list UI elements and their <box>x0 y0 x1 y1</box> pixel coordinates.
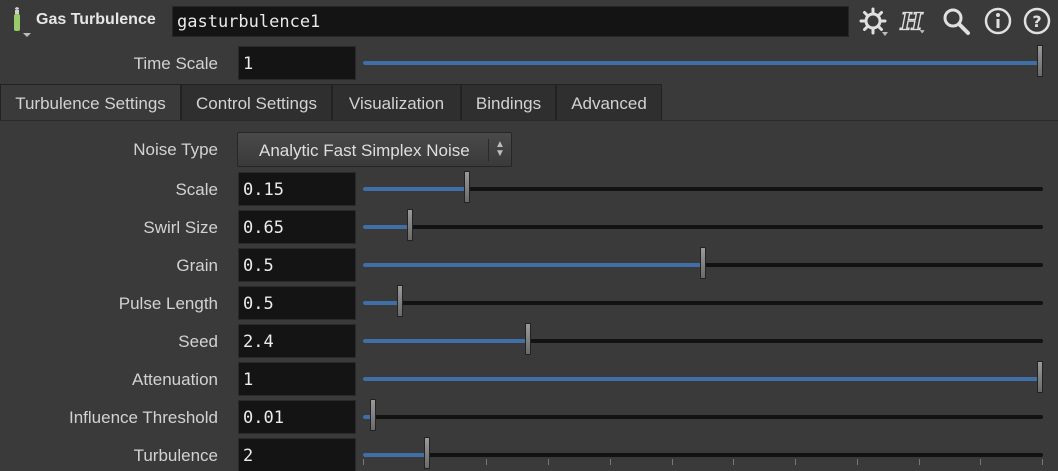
time-scale-field[interactable]: 1 <box>238 46 356 80</box>
tab-bar: Turbulence Settings Control Settings Vis… <box>0 84 1058 120</box>
slider-fill <box>363 339 528 343</box>
slider-fill <box>363 263 703 267</box>
tab-divider <box>0 120 1058 121</box>
node-name-field[interactable]: gasturbulence1 <box>172 6 849 37</box>
attenuation-field[interactable]: 1 <box>238 362 356 396</box>
param-label: Pulse Length <box>118 294 218 313</box>
grain-slider[interactable] <box>363 247 1043 279</box>
pulse-length-field[interactable]: 0.5 <box>238 286 356 320</box>
slider-tick <box>919 459 920 465</box>
dropdown-separator <box>488 139 489 161</box>
tab-turbulence-settings[interactable]: Turbulence Settings <box>0 84 181 120</box>
slider-fill <box>363 225 410 229</box>
slider-ticks <box>363 459 1043 465</box>
seed-field[interactable]: 2.4 <box>238 324 356 358</box>
slider-handle[interactable] <box>397 285 403 317</box>
slider-tick <box>733 459 734 465</box>
scale-slider[interactable] <box>363 171 1043 203</box>
time-scale-label: Time Scale <box>133 54 218 73</box>
slider-handle[interactable] <box>525 323 531 355</box>
slider-tick <box>857 459 858 465</box>
slider-tick <box>672 459 673 465</box>
attenuation-slider[interactable] <box>363 361 1043 393</box>
turbulence-field[interactable]: 2 <box>238 438 356 471</box>
svg-text:?: ? <box>1032 12 1041 31</box>
param-label: Seed <box>178 332 218 351</box>
swirl-size-slider[interactable] <box>363 209 1043 241</box>
svg-text:H: H <box>900 7 924 35</box>
influence-threshold-field[interactable]: 0.01 <box>238 400 356 434</box>
slider-fill <box>363 453 427 457</box>
scale-field[interactable]: 0.15 <box>238 172 356 206</box>
noise-type-dropdown[interactable]: Analytic Fast Simplex Noise ▲ ▼ <box>237 132 512 167</box>
slider-handle[interactable] <box>700 247 706 279</box>
node-type-icon[interactable] <box>6 6 32 38</box>
time-scale-slider[interactable] <box>363 45 1043 77</box>
slider-tick <box>610 459 611 465</box>
param-label: Influence Threshold <box>68 408 218 427</box>
grain-field[interactable]: 0.5 <box>238 248 356 282</box>
pulse-length-slider[interactable] <box>363 285 1043 317</box>
noise-type-label: Noise Type <box>133 140 218 159</box>
slider-fill <box>363 377 1040 381</box>
slider-tick <box>1042 459 1043 465</box>
slider-handle[interactable] <box>1037 45 1043 77</box>
tab-bindings[interactable]: Bindings <box>461 84 556 120</box>
turbulence-slider[interactable] <box>363 437 1043 469</box>
tab-control-settings[interactable]: Control Settings <box>181 84 332 120</box>
up-down-arrows-icon: ▲ ▼ <box>495 139 505 159</box>
slider-fill <box>363 301 400 305</box>
tab-advanced[interactable]: Advanced <box>556 84 662 120</box>
influence-threshold-slider[interactable] <box>363 399 1043 431</box>
seed-slider[interactable] <box>363 323 1043 355</box>
slider-handle[interactable] <box>370 399 376 431</box>
search-icon[interactable] <box>941 6 971 36</box>
slider-tick <box>980 459 981 465</box>
slider-handle[interactable] <box>407 209 413 241</box>
slider-tick <box>548 459 549 465</box>
tab-visualization[interactable]: Visualization <box>332 84 461 120</box>
param-label: Turbulence <box>133 446 218 465</box>
gear-icon[interactable] <box>858 6 888 36</box>
slider-tick <box>795 459 796 465</box>
slider-tick <box>486 459 487 465</box>
param-label: Swirl Size <box>143 218 218 237</box>
swirl-size-field[interactable]: 0.65 <box>238 210 356 244</box>
param-label: Attenuation <box>131 370 218 389</box>
param-label: Scale <box>175 180 218 199</box>
slider-tick <box>425 459 426 465</box>
slider-handle[interactable] <box>1037 361 1043 393</box>
slider-tick <box>363 459 364 465</box>
help-icon[interactable]: ? <box>1022 6 1052 36</box>
param-label: Grain <box>176 256 218 275</box>
node-type-label: Gas Turbulence <box>36 11 156 28</box>
noise-type-value: Analytic Fast Simplex Noise <box>259 141 470 160</box>
slider-fill <box>363 61 1040 65</box>
slider-handle[interactable] <box>464 171 470 203</box>
slider-fill <box>363 187 467 191</box>
houdini-help-icon[interactable]: H <box>898 6 928 36</box>
info-icon[interactable] <box>983 6 1013 36</box>
parameter-header: Gas Turbulence gasturbulence1 H ? <box>0 0 1058 42</box>
